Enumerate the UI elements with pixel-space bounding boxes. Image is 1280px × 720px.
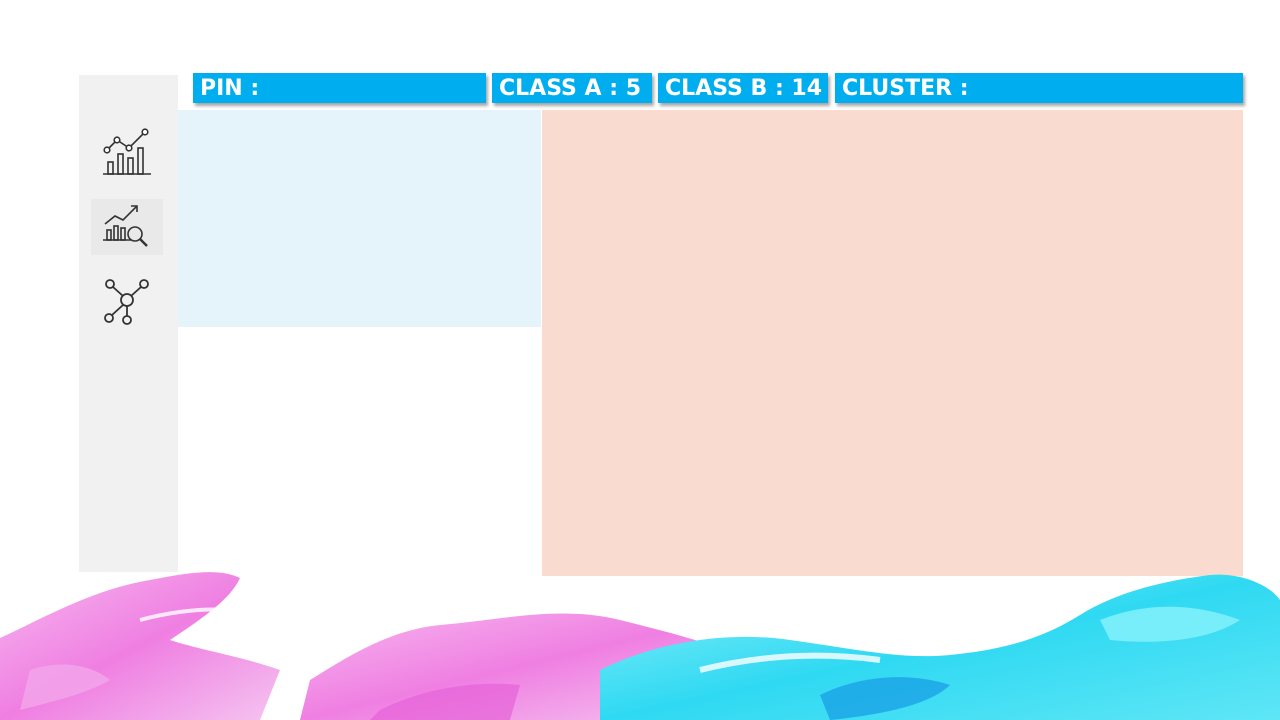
sidebar-item-network[interactable] (91, 273, 163, 329)
sidebar (79, 75, 178, 572)
cluster-panel (542, 110, 1243, 576)
pin-bar: PIN : (193, 73, 486, 103)
class-b-label: CLASS B : 14 (665, 76, 823, 101)
class-b-bar: CLASS B : 14 (658, 73, 828, 103)
summary-panel (178, 110, 541, 327)
cluster-bar: CLUSTER : (835, 73, 1243, 103)
chart-analytics-search-icon (103, 205, 148, 247)
sidebar-item-dashboard[interactable] (91, 125, 163, 181)
class-a-label: CLASS A : 5 (499, 76, 642, 101)
network-cluster-icon (104, 279, 149, 325)
pin-label: PIN : (200, 76, 260, 101)
watercolor-splash-decoration (0, 572, 1280, 720)
cluster-label: CLUSTER : (842, 76, 969, 101)
bar-line-chart-icon (103, 128, 151, 175)
class-a-bar: CLASS A : 5 (492, 73, 652, 103)
sidebar-item-analysis[interactable] (91, 199, 163, 255)
